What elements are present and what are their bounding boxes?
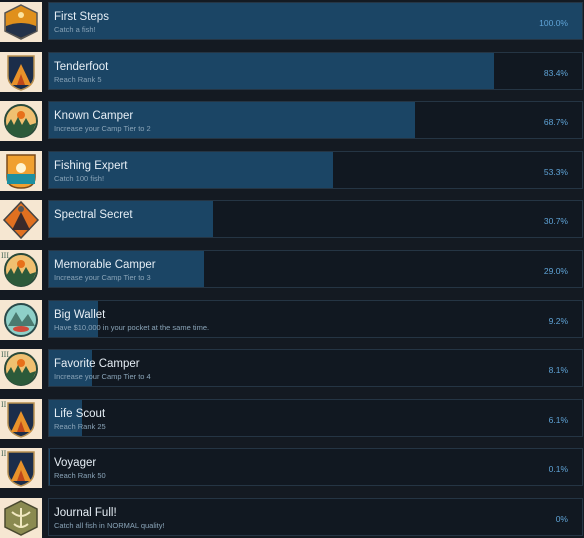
progress-bar: Tenderfoot Reach Rank 5 83.4%	[48, 51, 583, 90]
tier-label: III	[1, 251, 9, 260]
tent-shield-icon	[0, 51, 42, 92]
progress-bar: Voyager Reach Rank 50 0.1%	[48, 448, 583, 487]
forest-circle-icon	[0, 101, 42, 142]
achievement-row: Journal Full! Catch all fish in NORMAL qu…	[0, 498, 584, 538]
achievement-row: First Steps Catch a fish! 100.0%	[0, 2, 584, 42]
sunset-hexagon-icon	[0, 2, 42, 42]
achievement-description: Catch all fish in NORMAL quality!	[54, 521, 165, 530]
achievement-title: Voyager	[54, 457, 97, 470]
unlock-percent: 0.1%	[548, 464, 568, 475]
unlock-percent: 9.2%	[548, 315, 568, 326]
achievement-title: Big Wallet	[54, 308, 106, 321]
tent-shield-icon: II	[0, 398, 42, 439]
progress-bar: Big Wallet Have $10,000 in your pocket at…	[48, 299, 583, 338]
progress-fill	[49, 52, 494, 89]
progress-bar: Known Camper Increase your Camp Tier to 2…	[48, 101, 583, 140]
unlock-percent: 100.0%	[539, 18, 568, 28]
achievement-description: Reach Rank 5	[54, 74, 102, 84]
forest-circle-icon: III	[0, 349, 42, 390]
achievement-title: Life Scout	[54, 407, 106, 420]
achievement-title: Tenderfoot	[54, 60, 109, 73]
unlock-percent: 83.4%	[543, 67, 568, 78]
achievement-row: II Voyager Reach Rank 50 0.1%	[0, 448, 584, 489]
achievement-row: Tenderfoot Reach Rank 5 83.4%	[0, 51, 584, 92]
progress-bar: First Steps Catch a fish! 100.0%	[48, 2, 583, 40]
achievement-description: Catch 100 fish!	[54, 173, 105, 183]
achievement-row: Known Camper Increase your Camp Tier to 2…	[0, 101, 584, 142]
achievement-description: Increase your Camp Tier to 4	[54, 372, 151, 382]
achievement-description: Have $10,000 in your pocket at the same …	[54, 322, 210, 332]
achievement-title: Journal Full!	[54, 507, 117, 519]
fish-hook-hexagon-icon	[0, 498, 42, 538]
achievement-row: III Favorite Camper Increase your Camp Tie…	[0, 349, 584, 390]
achievement-row: Big Wallet Have $10,000 in your pocket at…	[0, 299, 584, 340]
progress-fill	[49, 449, 50, 486]
achievement-title: Known Camper	[54, 110, 134, 123]
progress-fill	[49, 3, 582, 39]
achievement-title: Memorable Camper	[54, 259, 156, 271]
achievement-description: Reach Rank 25	[54, 421, 106, 431]
unlock-percent: 29.0%	[543, 266, 568, 276]
tier-label: III	[1, 350, 9, 359]
volcano-icon	[0, 200, 42, 241]
tent-shield-icon: II	[0, 448, 42, 489]
achievement-description: Increase your Camp Tier to 3	[54, 273, 151, 282]
tier-label: II	[1, 449, 7, 458]
achievement-title: First Steps	[54, 11, 109, 23]
sunset-lake-icon	[0, 150, 42, 191]
progress-bar: Memorable Camper Increase your Camp Tier …	[48, 250, 583, 288]
achievement-description: Increase your Camp Tier to 2	[54, 124, 151, 134]
tier-label: II	[1, 400, 7, 409]
unlock-percent: 0%	[555, 514, 568, 524]
progress-bar: Journal Full! Catch all fish in NORMAL qu…	[48, 498, 583, 536]
achievement-row: Fishing Expert Catch 100 fish! 53.3%	[0, 150, 584, 191]
achievement-title: Spectral Secret	[54, 209, 133, 222]
achievement-description: Reach Rank 50	[54, 471, 106, 481]
progress-bar: Favorite Camper Increase your Camp Tier t…	[48, 349, 583, 388]
achievement-row: III Memorable Camper Increase your Camp Ti…	[0, 250, 584, 290]
achievement-title: Favorite Camper	[54, 358, 140, 371]
achievement-row: II Life Scout Reach Rank 25 6.1%	[0, 398, 584, 439]
unlock-percent: 68.7%	[543, 117, 568, 128]
unlock-percent: 53.3%	[543, 166, 568, 177]
achievement-description: Catch a fish!	[54, 25, 96, 34]
achievement-row: Spectral Secret 30.7%	[0, 200, 584, 241]
progress-bar: Life Scout Reach Rank 25 6.1%	[48, 398, 583, 437]
progress-bar: Fishing Expert Catch 100 fish! 53.3%	[48, 150, 583, 189]
fish-mountains-icon	[0, 299, 42, 340]
unlock-percent: 8.1%	[548, 365, 568, 376]
unlock-percent: 30.7%	[543, 216, 568, 227]
unlock-percent: 6.1%	[548, 414, 568, 425]
forest-circle-icon: III	[0, 250, 42, 290]
progress-bar: Spectral Secret 30.7%	[48, 200, 583, 239]
achievement-title: Fishing Expert	[54, 159, 128, 172]
